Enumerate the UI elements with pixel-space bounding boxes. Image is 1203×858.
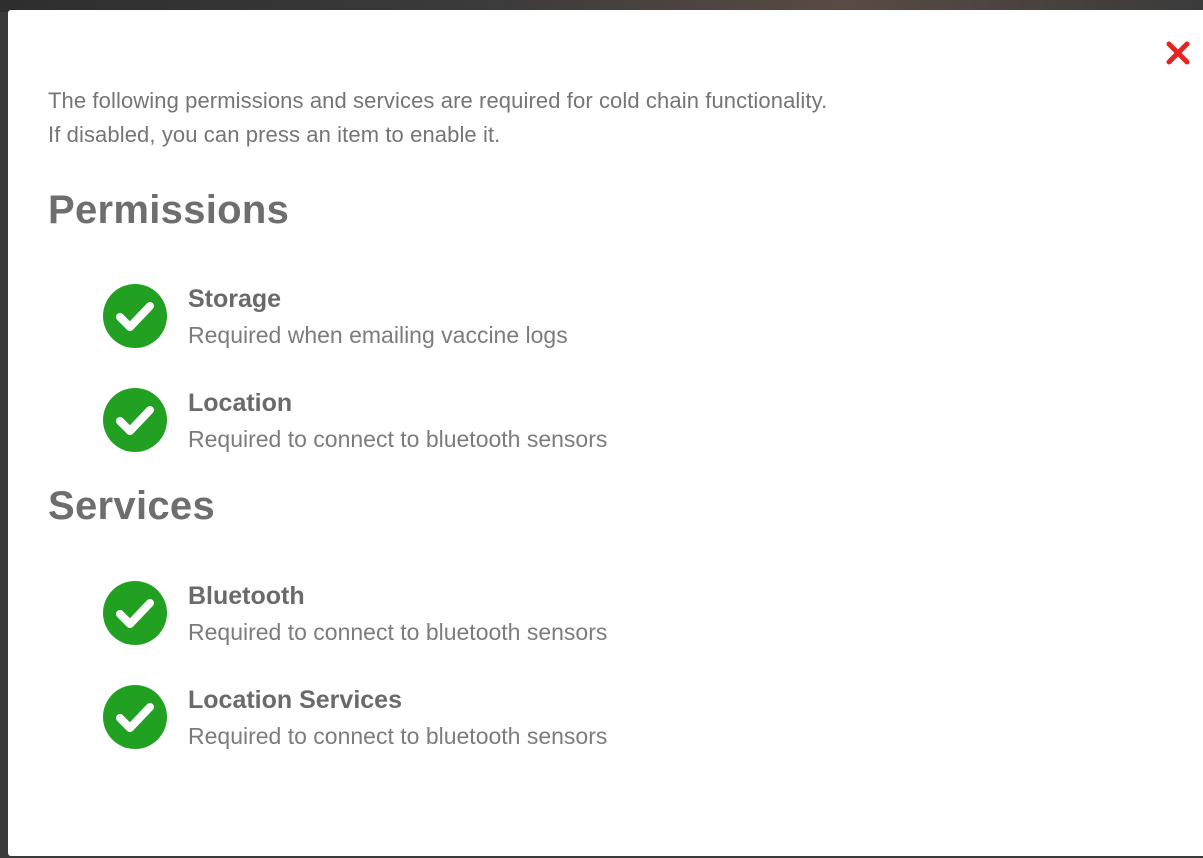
service-item-bluetooth[interactable]: Bluetooth Required to connect to bluetoo… bbox=[103, 579, 803, 659]
item-label: Storage bbox=[188, 285, 282, 313]
check-circle-icon bbox=[103, 388, 167, 452]
check-circle-icon bbox=[103, 581, 167, 645]
permissions-dialog: The following permissions and services a… bbox=[8, 10, 1203, 856]
permissions-heading: Permissions bbox=[48, 188, 290, 232]
intro-line-1: The following permissions and services a… bbox=[48, 88, 828, 113]
permission-item-storage[interactable]: Storage Required when emailing vaccine l… bbox=[103, 282, 803, 362]
item-description: Required to connect to bluetooth sensors bbox=[188, 426, 608, 452]
check-circle-icon bbox=[103, 284, 167, 348]
permission-item-location[interactable]: Location Required to connect to bluetoot… bbox=[103, 386, 803, 466]
item-label: Bluetooth bbox=[188, 582, 305, 610]
item-label: Location bbox=[188, 389, 293, 417]
check-circle-icon bbox=[103, 685, 167, 749]
intro-text: The following permissions and services a… bbox=[48, 84, 827, 152]
close-button[interactable] bbox=[1161, 36, 1195, 70]
item-description: Required to connect to bluetooth sensors bbox=[188, 619, 608, 645]
service-item-location-services[interactable]: Location Services Required to connect to… bbox=[103, 683, 803, 763]
item-description: Required when emailing vaccine logs bbox=[188, 322, 568, 348]
intro-line-2: If disabled, you can press an item to en… bbox=[48, 122, 501, 147]
item-description: Required to connect to bluetooth sensors bbox=[188, 723, 608, 749]
item-label: Location Services bbox=[188, 686, 402, 714]
services-heading: Services bbox=[48, 484, 215, 528]
close-icon bbox=[1166, 41, 1190, 65]
